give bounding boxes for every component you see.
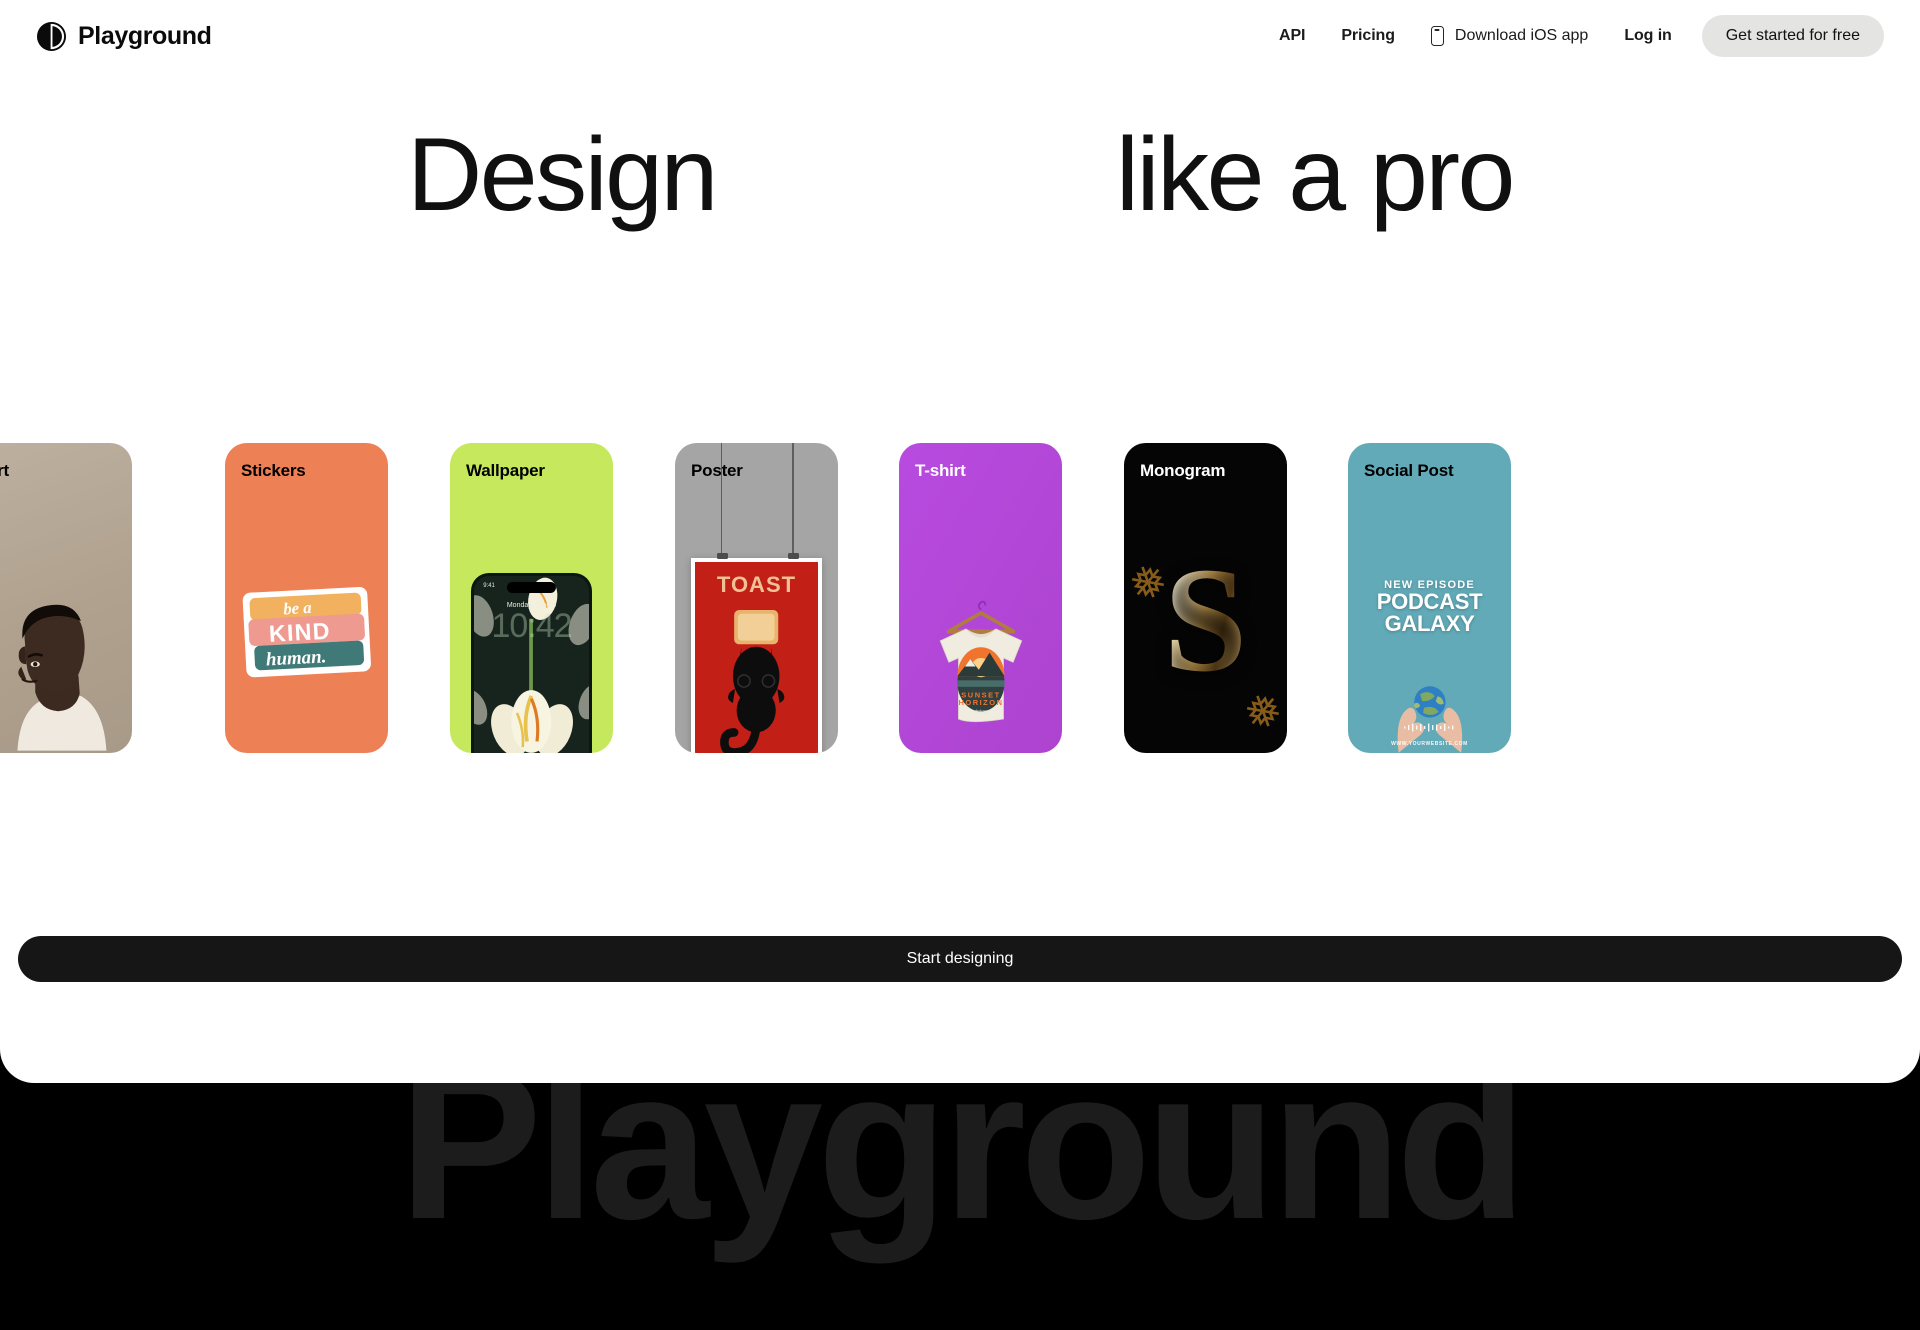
card-art[interactable]: Art [0, 443, 132, 753]
svg-text:vintage: vintage [973, 708, 989, 714]
waveform-bars-icon [1403, 723, 1453, 732]
audio-waveform-icon [1348, 719, 1511, 737]
toast-cat-illustration [720, 610, 785, 753]
svg-text:be a: be a [282, 598, 311, 618]
phone-notch [507, 582, 556, 594]
svg-text:human.: human. [265, 646, 327, 670]
nav-right-group: API Pricing Download iOS app Log in Get … [1261, 15, 1884, 57]
card-label-social-post: Social Post [1364, 461, 1454, 480]
social-post-title-2: GALAXY [1384, 610, 1475, 636]
svg-text:KIND: KIND [268, 618, 331, 647]
login-link[interactable]: Log in [1606, 27, 1689, 45]
card-label-art: Art [0, 461, 9, 480]
social-post-url: WWW.YOURWEBSITE.COM [1391, 741, 1468, 747]
phone-lockscreen-date: Monday, June 5 [506, 602, 557, 610]
get-started-button[interactable]: Get started for free [1701, 15, 1884, 57]
phone-icon [1430, 26, 1444, 46]
svg-text:HORIZON: HORIZON [958, 698, 1003, 707]
tshirt-on-hanger-illustration: SUNSET HORIZON vintage [939, 600, 1022, 722]
card-label-tshirt: T-shirt [915, 461, 966, 480]
card-label-monogram: Monogram [1140, 461, 1226, 480]
card-stickers-background: be a KIND human. [225, 443, 388, 753]
nav-link-pricing[interactable]: Pricing [1323, 27, 1413, 45]
card-social-post[interactable]: NEW EPISODE PODCAST GALAXY WWW.YOURWEBSI… [1348, 443, 1511, 753]
sticker-lettering-illustration: be a KIND human. [242, 586, 371, 678]
hero-word-left: Design [407, 117, 718, 233]
card-monogram-background: ❅ ❅ S [1124, 443, 1287, 753]
social-post-title-1: PODCAST [1376, 589, 1483, 615]
portrait-photo-illustration [17, 604, 107, 751]
card-monogram[interactable]: ❅ ❅ S Monogram [1124, 443, 1287, 753]
hero-headline: Design like a pro [0, 120, 1920, 230]
phone-lockscreen-clock: 10:42 [491, 607, 572, 646]
poster-sheet: TOAST [691, 557, 822, 753]
phone-status-time: 9:41 [483, 583, 495, 590]
poster-clip-left [716, 553, 728, 560]
top-navigation: Playground API Pricing Download iOS app … [0, 0, 1920, 72]
card-wallpaper-background: 9:41 Monday, June 5 10:42 [450, 443, 613, 753]
card-wallpaper[interactable]: 9:41 Monday, June 5 10:42 Wallpaper [450, 443, 613, 753]
page-root: Playground API Pricing Download iOS app … [0, 0, 1920, 1330]
card-tshirt-background: SUNSET HORIZON vintage [899, 443, 1062, 753]
hero-word-right: like a pro [1115, 117, 1516, 233]
phone-mockup: 9:41 Monday, June 5 10:42 [471, 573, 592, 753]
card-label-wallpaper: Wallpaper [466, 461, 545, 480]
card-art-background [0, 443, 132, 753]
card-stickers[interactable]: be a KIND human. Stickers [225, 443, 388, 753]
brand-name: Playground [78, 21, 212, 50]
page-sheet: Playground API Pricing Download iOS app … [0, 0, 1920, 1083]
download-ios-app-label: Download iOS app [1454, 27, 1589, 44]
start-designing-button[interactable]: Start designing [18, 936, 1902, 982]
poster-artwork: TOAST [695, 561, 818, 753]
download-ios-app-link[interactable]: Download iOS app [1413, 26, 1606, 46]
card-poster[interactable]: TOAST Poster [675, 443, 838, 753]
card-label-poster: Poster [691, 461, 743, 480]
poster-title: TOAST [716, 572, 797, 598]
card-social-post-background: NEW EPISODE PODCAST GALAXY WWW.YOURWEBSI… [1348, 443, 1511, 753]
poster-wire-right [792, 443, 794, 561]
playground-circle-logo-icon [36, 21, 67, 51]
card-tshirt[interactable]: SUNSET HORIZON vintage T-shirt [899, 443, 1062, 753]
card-label-stickers: Stickers [241, 461, 306, 480]
brand-logo[interactable]: Playground [36, 21, 212, 52]
nav-link-api[interactable]: API [1261, 27, 1323, 45]
poster-clip-right [788, 553, 800, 560]
template-carousel[interactable]: Art be a KIND human. [0, 443, 1920, 753]
monogram-letter: S [1124, 545, 1287, 695]
social-post-copy: NEW EPISODE PODCAST GALAXY [1348, 579, 1511, 634]
card-poster-background: TOAST [675, 443, 838, 753]
